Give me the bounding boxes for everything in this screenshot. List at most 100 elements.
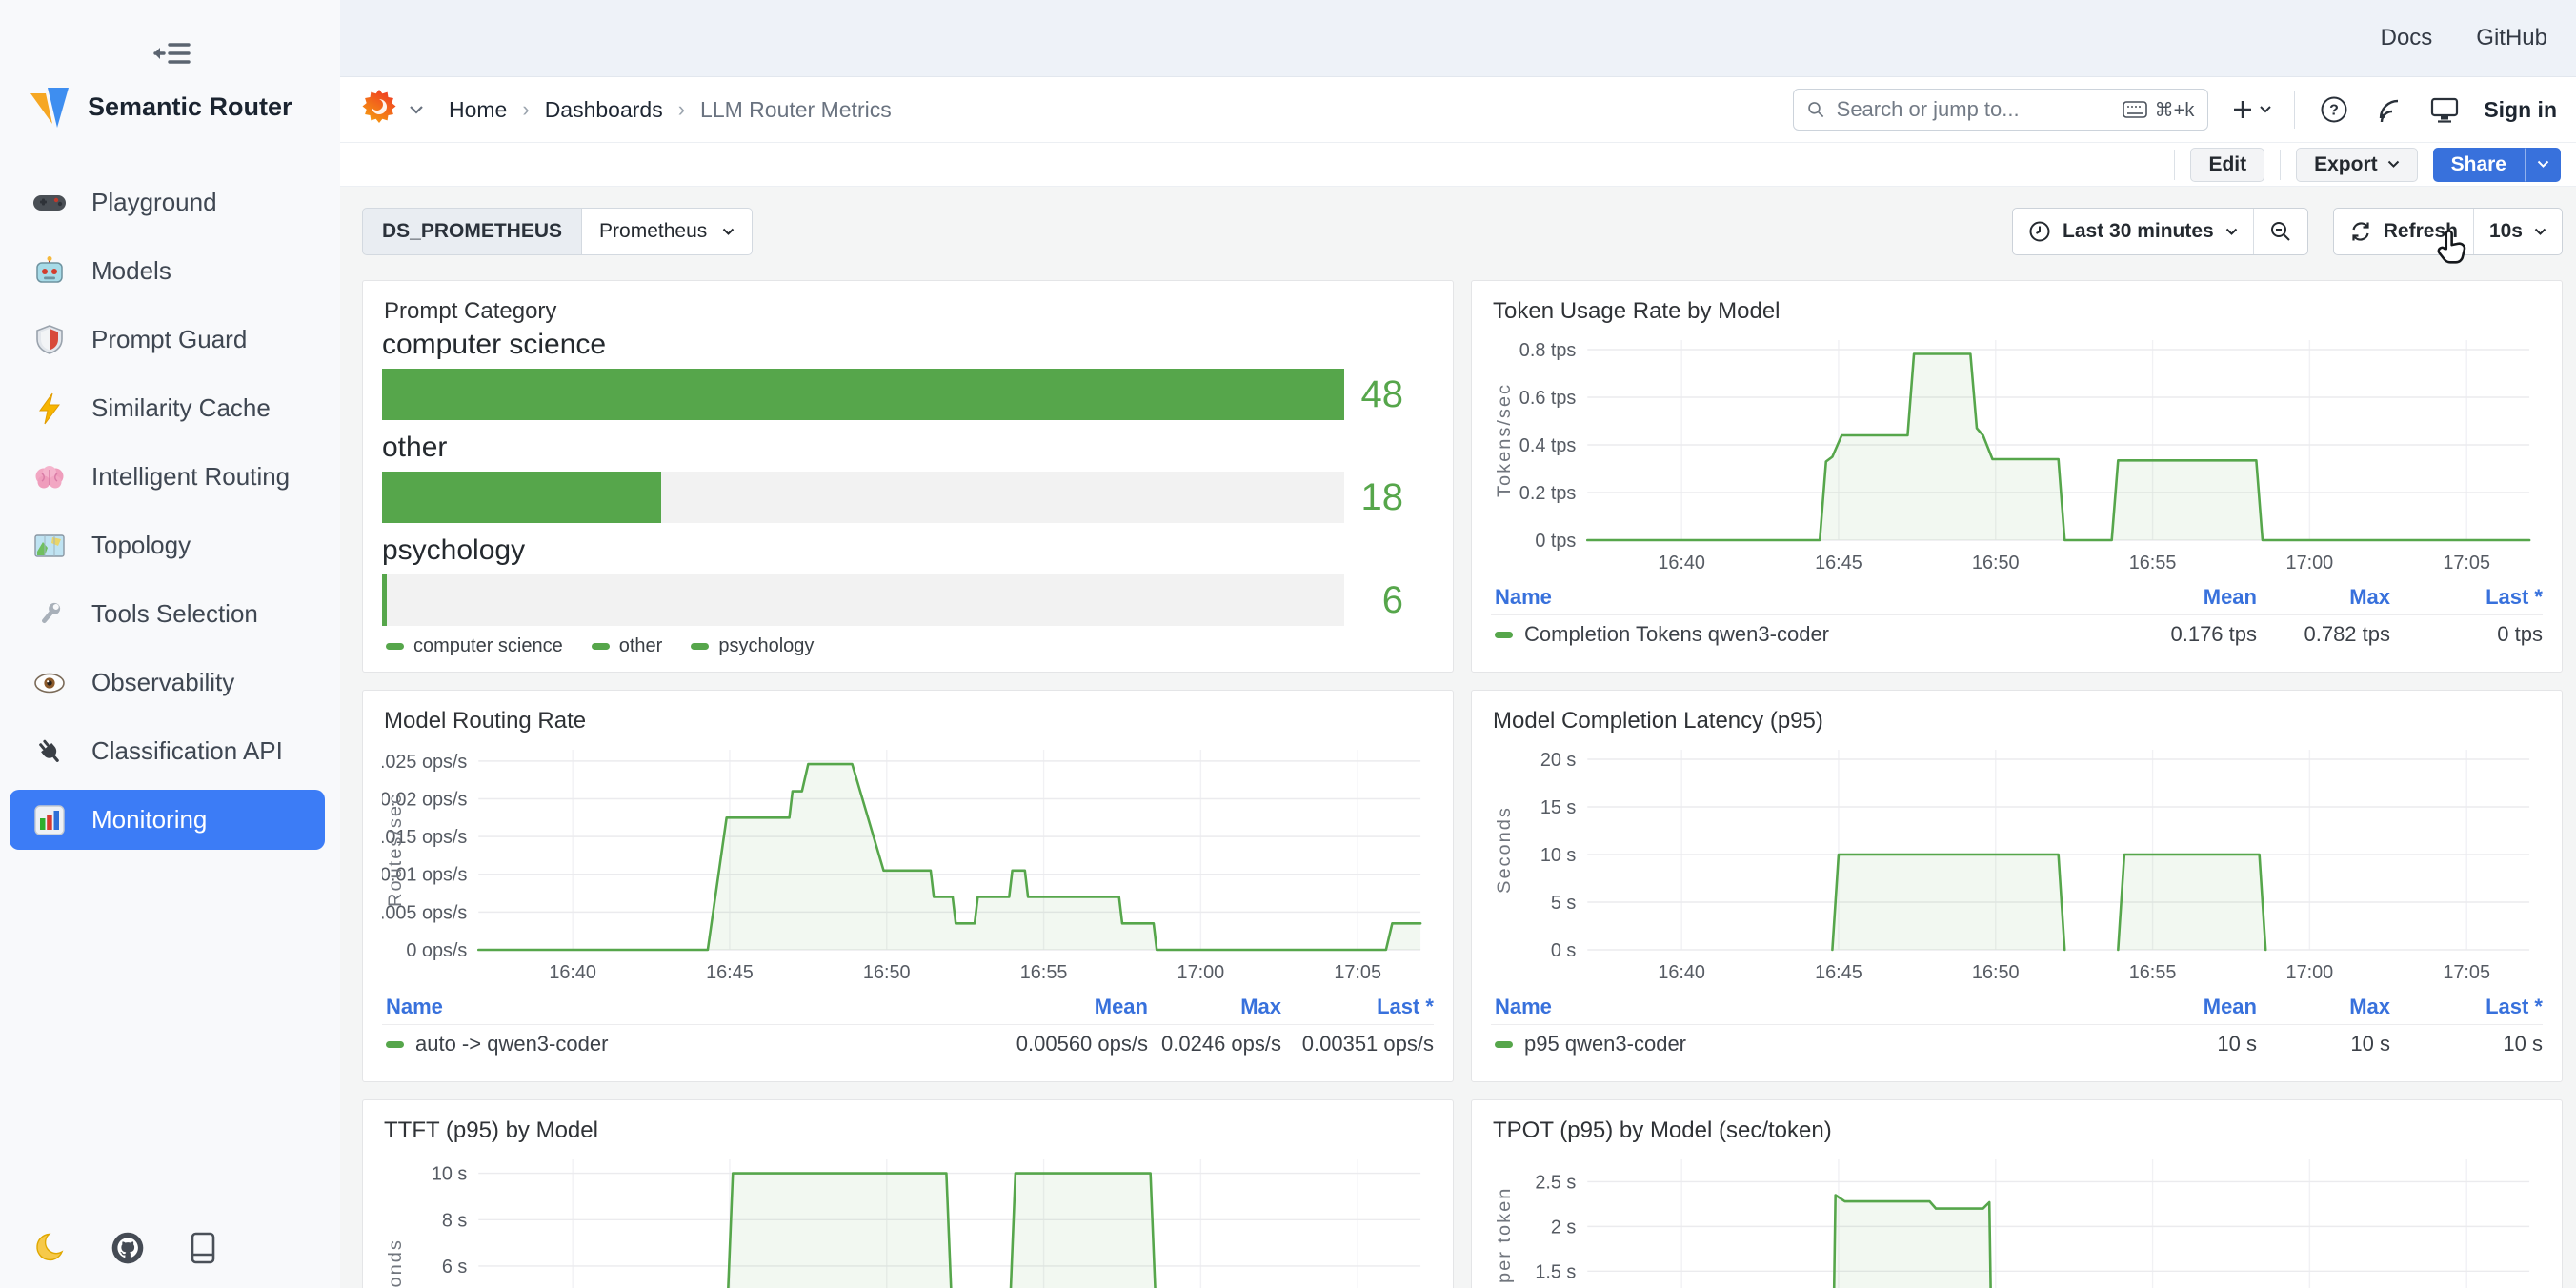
svg-text:16:50: 16:50 (863, 962, 911, 983)
sidebar-item-similarity-cache[interactable]: Similarity Cache (10, 378, 325, 438)
book-icon[interactable] (187, 1231, 221, 1265)
news-icon[interactable] (2373, 93, 2405, 126)
series-name[interactable]: auto -> qwen3-coder (382, 1032, 986, 1057)
sidebar-collapse-icon[interactable] (151, 34, 194, 72)
refresh-group: Refresh 10s (2333, 208, 2563, 255)
svg-text:0 tps: 0 tps (1535, 531, 1576, 552)
dashboard: DS_PROMETHEUS Prometheus Last 30 minutes (340, 187, 2576, 1288)
clock-icon (2028, 220, 2051, 243)
sidebar-item-classification-api[interactable]: Classification API (10, 721, 325, 781)
time-range-picker[interactable]: Last 30 minutes (2013, 209, 2253, 254)
add-menu-button[interactable] (2231, 98, 2271, 121)
col-name[interactable]: Name (382, 995, 986, 1019)
sidebar-item-monitoring[interactable]: Monitoring (10, 790, 325, 850)
divider (2280, 150, 2281, 180)
sidebar-item-tools-selection[interactable]: Tools Selection (10, 584, 325, 644)
svg-text:20 s: 20 s (1540, 750, 1577, 771)
refresh-interval-select[interactable]: 10s (2474, 209, 2562, 254)
col-mean[interactable]: Mean (2095, 995, 2257, 1019)
series-name[interactable]: Completion Tokens qwen3-coder (1491, 622, 2095, 647)
bar-chart-icon (32, 803, 67, 837)
col-last[interactable]: Last * (2390, 995, 2543, 1019)
series-max: 10 s (2257, 1032, 2390, 1057)
series-last: 10 s (2390, 1032, 2543, 1057)
col-name[interactable]: Name (1491, 995, 2095, 1019)
series-swatch (691, 643, 709, 650)
search-icon (1807, 99, 1824, 120)
sidebar-item-topology[interactable]: Topology (10, 515, 325, 575)
svg-text:Seconds: Seconds (385, 1238, 406, 1288)
breadcrumb-dashboards[interactable]: Dashboards (545, 97, 663, 123)
datasource-select[interactable]: Prometheus (582, 208, 753, 255)
svg-text:0.6 tps: 0.6 tps (1519, 388, 1577, 409)
col-max[interactable]: Max (1148, 995, 1281, 1019)
legend-item[interactable]: computer science (386, 635, 563, 657)
shield-icon (32, 323, 67, 357)
col-last[interactable]: Last * (2390, 585, 2543, 610)
robot-icon (32, 254, 67, 289)
breadcrumb-home[interactable]: Home (449, 97, 507, 123)
col-mean[interactable]: Mean (986, 995, 1148, 1019)
svg-text:?: ? (2329, 103, 2339, 119)
bar-row: computer science 48 (382, 329, 1428, 420)
svg-text:17:00: 17:00 (2286, 553, 2334, 574)
edit-button[interactable]: Edit (2190, 148, 2264, 182)
series-swatch (386, 1041, 404, 1048)
lightning-icon (32, 392, 67, 426)
legend-item[interactable]: other (592, 635, 663, 657)
panel-completion-latency: Model Completion Latency (p95) 0 s5 s10 … (1471, 690, 2563, 1082)
display-icon[interactable] (2428, 93, 2461, 126)
panel-title: TTFT (p95) by Model (384, 1117, 1434, 1144)
svg-text:Tokens/sec: Tokens/sec (1494, 383, 1515, 497)
series-table: Name Mean Max Last * p95 qwen3-coder 10 … (1491, 990, 2543, 1063)
svg-text:0 ops/s: 0 ops/s (406, 940, 467, 961)
dashboard-controls: DS_PROMETHEUS Prometheus Last 30 minutes (362, 208, 2563, 255)
grafana-logo[interactable] (357, 88, 424, 131)
sidebar-item-label: Classification API (91, 736, 283, 766)
col-name[interactable]: Name (1491, 585, 2095, 610)
col-max[interactable]: Max (2257, 995, 2390, 1019)
github-link[interactable]: GitHub (2476, 25, 2547, 51)
sidebar-item-observability[interactable]: Observability (10, 653, 325, 713)
moon-icon[interactable] (34, 1231, 69, 1265)
bar-fill (382, 369, 1344, 420)
panel-model-routing-rate: Model Routing Rate 0 ops/s0.005 ops/s0.0… (362, 690, 1454, 1082)
series-swatch (386, 643, 404, 650)
svg-text:15 s: 15 s (1540, 797, 1577, 818)
share-menu-button[interactable] (2525, 148, 2561, 182)
breadcrumb-separator: › (522, 97, 529, 122)
svg-text:0.4 tps: 0.4 tps (1519, 435, 1577, 456)
col-max[interactable]: Max (2257, 585, 2390, 610)
brand[interactable]: Semantic Router (25, 82, 292, 131)
series-name[interactable]: p95 qwen3-coder (1491, 1032, 2095, 1057)
export-button[interactable]: Export (2296, 148, 2418, 182)
series-row: Completion Tokens qwen3-coder 0.176 tps … (1491, 614, 2543, 654)
svg-text:1.5 s: 1.5 s (1535, 1261, 1576, 1282)
refresh-button[interactable]: Refresh (2334, 209, 2473, 254)
sidebar-item-prompt-guard[interactable]: Prompt Guard (10, 310, 325, 370)
sidebar-item-models[interactable]: Models (10, 241, 325, 301)
docs-link[interactable]: Docs (2381, 25, 2433, 51)
sign-in-button[interactable]: Sign in (2484, 97, 2557, 123)
help-icon[interactable]: ? (2318, 93, 2350, 126)
zoom-out-icon (2269, 220, 2292, 243)
eye-icon (32, 666, 67, 700)
sidebar-item-label: Topology (91, 531, 191, 560)
col-last[interactable]: Last * (1281, 995, 1434, 1019)
sidebar-item-playground[interactable]: Playground (10, 172, 325, 232)
github-icon[interactable] (111, 1231, 145, 1265)
zoom-out-button[interactable] (2254, 209, 2307, 254)
search-box[interactable]: ⌘+k (1793, 89, 2208, 131)
search-input[interactable] (1835, 96, 2113, 123)
sidebar-item-label: Observability (91, 668, 234, 697)
legend-item[interactable]: psychology (691, 635, 814, 657)
share-button[interactable]: Share (2433, 148, 2525, 182)
series-swatch (1495, 632, 1513, 638)
svg-text:16:40: 16:40 (549, 962, 596, 983)
col-mean[interactable]: Mean (2095, 585, 2257, 610)
sidebar-footer (34, 1231, 221, 1265)
panel-title: Model Completion Latency (p95) (1493, 708, 2543, 735)
sidebar-item-intelligent-routing[interactable]: Intelligent Routing (10, 447, 325, 507)
panel-title: Model Routing Rate (384, 708, 1434, 735)
refresh-icon (2349, 220, 2372, 243)
